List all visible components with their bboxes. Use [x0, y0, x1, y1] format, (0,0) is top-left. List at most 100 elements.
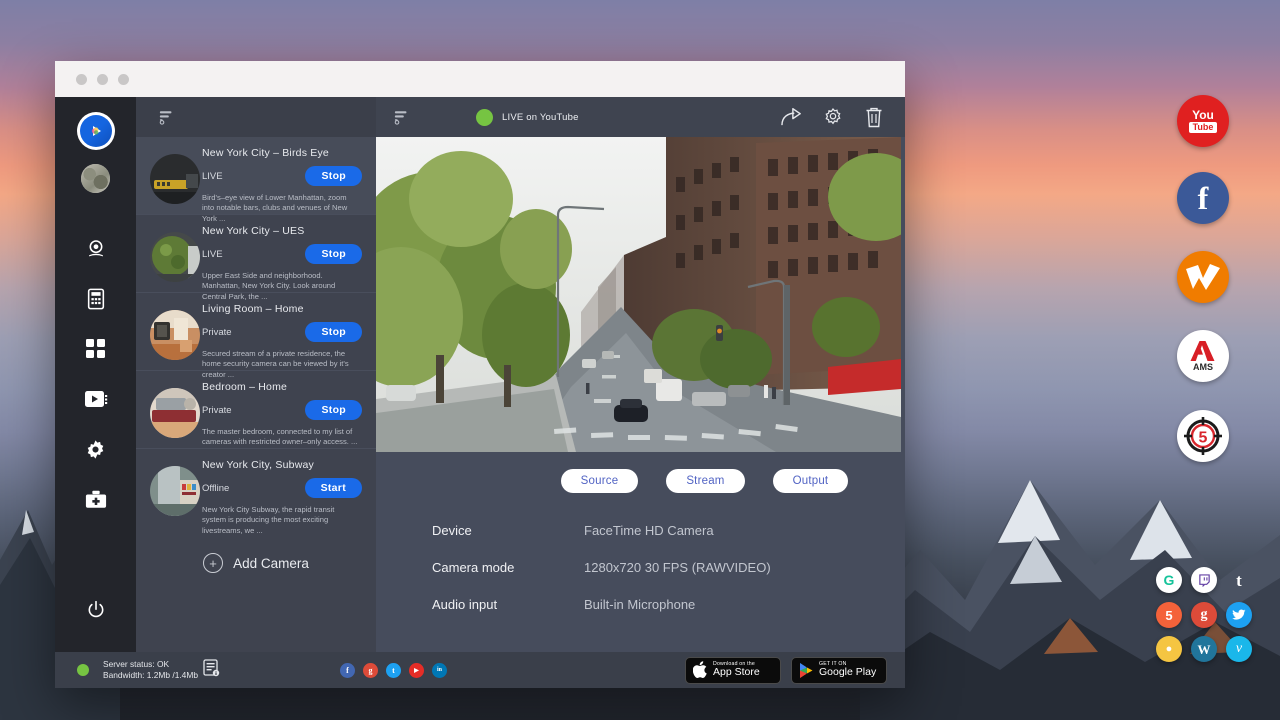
settings-tabs: Source Stream Output: [504, 469, 905, 493]
tab-output[interactable]: Output: [773, 469, 849, 493]
google-plus-icon[interactable]: g: [363, 663, 378, 678]
twitch-icon: [1198, 574, 1211, 587]
user-avatar[interactable]: [81, 164, 110, 193]
left-nav-rail: [55, 97, 136, 652]
target-five-icon: 5: [1181, 414, 1225, 458]
camera-action-button[interactable]: Stop: [305, 400, 362, 420]
camera-item-body: New York City – UES LIVE Stop Upper East…: [202, 223, 368, 302]
camera-action-button[interactable]: Stop: [305, 244, 362, 264]
twitter-icon[interactable]: t: [386, 663, 401, 678]
adobe-icon: [1190, 340, 1216, 362]
google-play-badge[interactable]: GET IT ON Google Play: [791, 657, 887, 684]
desktop-icon-wordpress[interactable]: W: [1191, 636, 1217, 662]
camera-status: LIVE: [202, 171, 223, 182]
sidebar-item-dashboard[interactable]: [76, 329, 116, 369]
info-row-device: Device FaceTime HD Camera: [432, 523, 905, 538]
desktop-icon-vimeo[interactable]: v: [1226, 636, 1252, 662]
sort-icon[interactable]: [159, 109, 175, 125]
desktop-icon-facebook[interactable]: f: [1177, 172, 1229, 224]
window-titlebar: [55, 61, 905, 97]
list-item[interactable]: Living Room – Home Private Stop Secured …: [136, 293, 376, 371]
facebook-icon[interactable]: f: [340, 663, 355, 678]
desktop-icon-twitter[interactable]: [1226, 602, 1252, 628]
info-label: Audio input: [432, 597, 584, 612]
sidebar-item-health[interactable]: [76, 479, 116, 519]
info-row-camera-mode: Camera mode 1280x720 30 FPS (RAWVIDEO): [432, 560, 905, 575]
camera-status-row: Private Stop: [202, 400, 368, 420]
camera-thumbnail: [150, 466, 200, 516]
camera-thumbnail: [150, 388, 200, 438]
youtube-icon[interactable]: ▶: [409, 663, 424, 678]
tab-stream[interactable]: Stream: [666, 469, 744, 493]
app-logo-button[interactable]: [77, 112, 115, 150]
list-item[interactable]: New York City – Birds Eye LIVE Stop Bird…: [136, 137, 376, 215]
camera-action-button[interactable]: Stop: [305, 166, 362, 186]
add-camera-label: Add Camera: [233, 556, 309, 571]
sidebar-item-device[interactable]: [76, 279, 116, 319]
list-item[interactable]: New York City – UES LIVE Stop Upper East…: [136, 215, 376, 293]
facebook-f-glyph: f: [1198, 182, 1209, 214]
camera-item-body: New York City – Birds Eye LIVE Stop Bird…: [202, 145, 368, 224]
desktop-icon-tumblr[interactable]: t: [1226, 567, 1252, 593]
close-button[interactable]: [76, 74, 87, 85]
app-store-big: App Store: [713, 667, 760, 678]
maximize-button[interactable]: [118, 74, 129, 85]
desktop-icon-grammarly[interactable]: G: [1156, 567, 1182, 593]
trash-icon[interactable]: [865, 107, 883, 128]
google-play-big: Google Play: [819, 667, 876, 678]
youtube-tube-badge: Tube: [1189, 122, 1218, 133]
camera-status: Private: [202, 327, 232, 338]
camera-title: Living Room – Home: [202, 303, 368, 315]
camera-description: New York City Subway, the rapid transit …: [202, 505, 368, 536]
list-item[interactable]: Bedroom – Home Private Stop The master b…: [136, 371, 376, 449]
wordpress-glyph: W: [1198, 643, 1211, 656]
sidebar-item-cameras[interactable]: [76, 229, 116, 269]
server-status-line: Server status: OK: [103, 659, 198, 670]
social-links: f g t ▶ in: [340, 663, 447, 678]
camera-status-row: Offline Start: [202, 478, 368, 498]
status-bar: Server status: OK Bandwidth: 1.2Mb /1.4M…: [55, 652, 905, 688]
camera-action-button[interactable]: Start: [305, 478, 362, 498]
desktop-icon-youtube[interactable]: You Tube: [1177, 95, 1229, 147]
camera-item-body: Bedroom – Home Private Stop The master b…: [202, 379, 368, 448]
desktop-icon-smashcast[interactable]: 5: [1177, 410, 1229, 462]
svg-text:5: 5: [1199, 430, 1208, 447]
camera-preview[interactable]: [376, 137, 901, 452]
camera-title: New York City – Birds Eye: [202, 147, 368, 159]
camera-item-body: Living Room – Home Private Stop Secured …: [202, 301, 368, 380]
list-item[interactable]: New York City, Subway Offline Start New …: [136, 449, 376, 527]
play-logo-icon: [80, 115, 112, 147]
desktop-icon-adobe-ams[interactable]: AMS: [1177, 330, 1229, 382]
desktop-icon-google-plus[interactable]: g: [1191, 602, 1217, 628]
tab-source[interactable]: Source: [561, 469, 639, 493]
list-view-icon[interactable]: [394, 109, 410, 125]
document-info-icon[interactable]: [203, 659, 220, 682]
google-plus-glyph: g: [1201, 608, 1208, 622]
apple-icon: [693, 661, 708, 679]
camera-status: LIVE: [202, 249, 223, 260]
desktop-icon-flickr[interactable]: ●: [1156, 636, 1182, 662]
info-value[interactable]: 1280x720 30 FPS (RAWVIDEO): [584, 560, 771, 575]
minimize-button[interactable]: [97, 74, 108, 85]
gear-icon[interactable]: [823, 107, 843, 127]
app-store-badge[interactable]: Download on the App Store: [685, 657, 781, 684]
info-value[interactable]: Built-in Microphone: [584, 597, 695, 612]
desktop-icon-smashcast-small[interactable]: 5: [1156, 602, 1182, 628]
sidebar-item-power[interactable]: [76, 590, 116, 630]
camera-title: New York City, Subway: [202, 459, 368, 471]
camera-action-button[interactable]: Stop: [305, 322, 362, 342]
linkedin-icon[interactable]: in: [432, 663, 447, 678]
desktop-icon-twitch[interactable]: [1191, 567, 1217, 593]
sidebar-item-settings[interactable]: [76, 429, 116, 469]
store-badges: Download on the App Store GET IT ON G: [685, 657, 887, 684]
camera-thumbnail: [150, 154, 200, 204]
desktop-icon-wowza[interactable]: [1177, 251, 1229, 303]
info-value[interactable]: FaceTime HD Camera: [584, 523, 714, 538]
share-icon[interactable]: [780, 108, 801, 127]
google-play-text: GET IT ON Google Play: [819, 662, 876, 678]
grammarly-glyph: G: [1164, 573, 1175, 587]
youtube-you-text: You: [1192, 109, 1214, 121]
sidebar-item-media[interactable]: [76, 379, 116, 419]
desktop: New York City – Birds Eye LIVE Stop Bird…: [0, 0, 1280, 720]
camera-item-body: New York City, Subway Offline Start New …: [202, 457, 368, 536]
